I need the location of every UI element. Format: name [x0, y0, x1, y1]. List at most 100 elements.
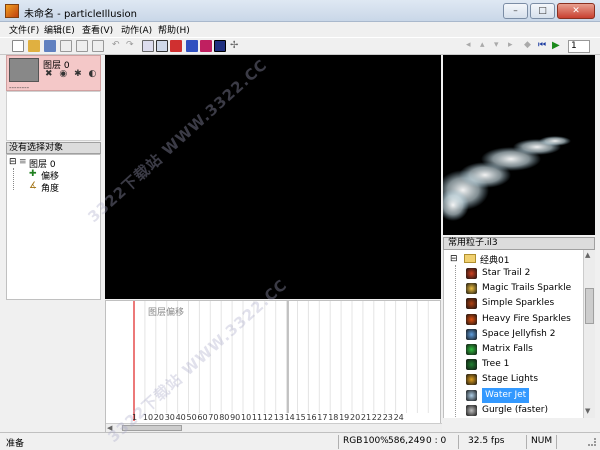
tree-item-angle[interactable]: 角度 — [41, 181, 59, 194]
status-rgb-value: 100% — [363, 436, 389, 446]
particle-item-label: Tree 1 — [482, 359, 510, 370]
frame-tick-label: 12 — [262, 413, 273, 422]
paste-icon[interactable] — [92, 40, 104, 52]
emitter-tool-icon[interactable] — [170, 40, 182, 52]
layer-empty-area — [6, 91, 101, 141]
folder-collapse-icon[interactable]: ⊟ — [450, 254, 458, 264]
frame-tick-label: 13 — [273, 413, 284, 422]
timeline-scrollbar[interactable]: ◀ — [106, 423, 442, 432]
nav-reset-icon[interactable]: ◆ — [524, 40, 536, 52]
nav-right-icon[interactable]: ▸ — [508, 40, 520, 52]
play-icon[interactable]: ▶ — [552, 40, 564, 52]
library-header: 常用粒子.il3 — [443, 237, 595, 250]
layer-panel[interactable]: 图层 0 ✖ ◉ ✱ ◐ -------- — [6, 55, 101, 92]
particle-thumbnail-icon — [466, 389, 477, 401]
particle-thumbnail-icon — [466, 359, 477, 371]
close-button[interactable]: ✕ — [557, 3, 595, 19]
status-separator — [458, 435, 459, 449]
redo-icon[interactable]: ↷ — [126, 40, 138, 52]
menu-bar: 文件(F) 编辑(E) 查看(V) 动作(A) 帮助(H) — [0, 22, 600, 37]
nav-left-icon[interactable]: ◂ — [466, 40, 478, 52]
particle-item[interactable]: Magic Trails Sparkle — [444, 281, 582, 296]
scroll-thumb[interactable] — [585, 288, 594, 324]
particle-thumbnail-icon — [466, 374, 477, 386]
menu-edit[interactable]: 编辑(E) — [44, 23, 75, 36]
frame-tick-label: 70 — [208, 413, 219, 422]
folder-label[interactable]: 经典01 — [480, 253, 509, 266]
particle-item[interactable]: Stage Lights — [444, 372, 582, 387]
open-folder-icon[interactable] — [28, 40, 40, 52]
menu-help[interactable]: 帮助(H) — [158, 23, 190, 36]
particle-item[interactable]: Tree 1 — [444, 357, 582, 372]
frame-ruler: 1 10 20 30 40 50 60 70 80 90 10 11 12 13 14 15 16 17 18 19 2… — [106, 413, 442, 423]
scroll-down-icon[interactable]: ▼ — [585, 407, 590, 415]
crosshair-tool-icon[interactable]: ✢ — [230, 40, 242, 52]
particle-item[interactable]: Space Jellyfish 2 — [444, 327, 582, 342]
frame-tick-label: 20 — [153, 413, 164, 422]
cut-icon[interactable] — [60, 40, 72, 52]
object-tree: ⊟ ≡ 图层 0 ✚ 偏移 ∡ 角度 — [6, 154, 101, 300]
status-separator — [526, 435, 527, 449]
tree-collapse-icon[interactable]: ⊟ — [9, 157, 17, 167]
menu-view[interactable]: 查看(V) — [82, 23, 113, 36]
frame-tick-label: 16 — [306, 413, 317, 422]
frame-tick-label: 23 — [382, 413, 393, 422]
frame-tick-label: 20 — [350, 413, 361, 422]
particle-item[interactable]: Heavy Fire Sparkles — [444, 312, 582, 327]
status-bar: 准备 RGB 100% 586,249 0 : 0 32.5 fps NUM — [0, 432, 600, 450]
undo-icon[interactable]: ↶ — [112, 40, 124, 52]
particle-item-label: Star Trail 2 — [482, 268, 531, 278]
frame-tick-label: 10 — [241, 413, 252, 422]
select-tool-icon[interactable] — [156, 40, 168, 52]
scroll-up-icon[interactable]: ▲ — [585, 251, 590, 259]
nav-down-icon[interactable]: ▾ — [494, 40, 506, 52]
object-panel-header: 没有选择对象 — [6, 142, 101, 154]
frame-tick-label: 30 — [164, 413, 175, 422]
resize-grip-icon[interactable] — [588, 438, 596, 446]
status-fps: 32.5 fps — [468, 436, 505, 446]
status-coords: 586,249 — [388, 436, 426, 446]
particle-item-label: Simple Sparkles — [482, 298, 555, 309]
maximize-button[interactable]: □ — [530, 3, 555, 19]
force-tool-icon[interactable] — [214, 40, 226, 52]
status-separator — [338, 435, 339, 449]
particle-item[interactable]: Gurgle (faster) — [444, 403, 582, 418]
particle-item[interactable]: Matrix Falls — [444, 342, 582, 357]
particle-item-label: Water Jet — [482, 387, 530, 403]
blocker-tool-icon[interactable] — [200, 40, 212, 52]
particle-thumbnail-icon — [466, 298, 477, 310]
minimize-button[interactable]: – — [503, 3, 528, 19]
particle-item-label: Stage Lights — [482, 374, 539, 385]
particle-thumbnail-icon — [466, 283, 477, 295]
copy-icon[interactable] — [76, 40, 88, 52]
angle-icon: ∡ — [29, 181, 38, 191]
frame-input[interactable]: 1 — [568, 40, 590, 53]
status-zero: 0 : 0 — [426, 436, 447, 446]
particle-thumbnail-icon — [466, 404, 477, 416]
layer-stack-icon: ≡ — [19, 157, 27, 167]
particle-preview — [437, 55, 595, 235]
particle-item-label: Heavy Fire Sparkles — [482, 313, 571, 324]
rewind-icon[interactable]: ⏮ — [538, 40, 550, 52]
stage-canvas[interactable] — [105, 55, 441, 299]
frame-tick-label: 18 — [328, 413, 339, 422]
save-icon[interactable] — [44, 40, 56, 52]
layer-tool-icons[interactable]: ✖ ◉ ✱ ◐ — [45, 69, 98, 79]
new-file-icon[interactable] — [12, 40, 24, 52]
particle-item[interactable]: Simple Sparkles — [444, 296, 582, 311]
particle-item[interactable]: Star Trail 2 — [444, 266, 582, 281]
toolbar: ↶ ↷ ✢ ◂ ▴ ▾ ▸ ◆ ⏮ ▶ 1 — [0, 37, 600, 55]
library-scrollbar[interactable]: ▲ ▼ — [583, 250, 595, 418]
pointer-tool-icon[interactable] — [142, 40, 154, 52]
menu-file[interactable]: 文件(F) — [9, 23, 39, 36]
nav-up-icon[interactable]: ▴ — [480, 40, 492, 52]
deflector-tool-icon[interactable] — [186, 40, 198, 52]
title-bar: 未命名 - particleIllusion – □ ✕ — [0, 0, 600, 22]
status-rgb: RGB — [343, 436, 363, 446]
particle-item-label: Matrix Falls — [482, 344, 533, 354]
particle-item[interactable]: Water Jet — [444, 387, 582, 403]
status-num: NUM — [531, 436, 553, 446]
menu-action[interactable]: 动作(A) — [121, 23, 152, 36]
frame-tick-label: 15 — [295, 413, 306, 422]
layer-thumbnail — [9, 58, 39, 82]
